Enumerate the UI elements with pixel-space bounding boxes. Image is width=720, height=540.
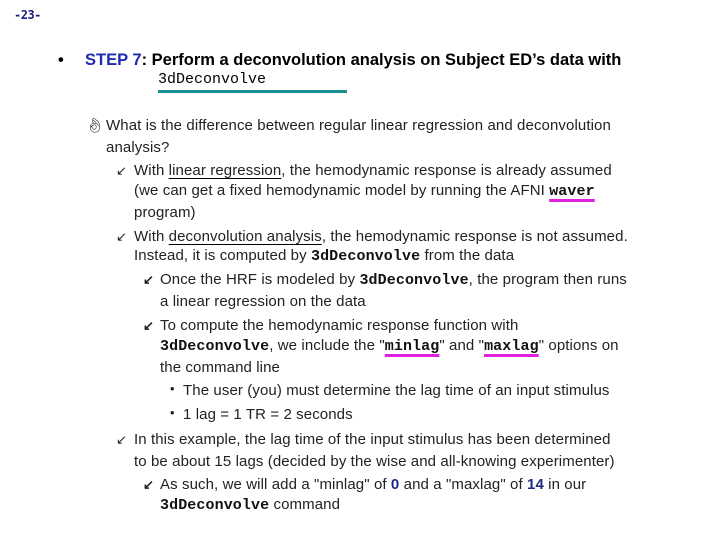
deconvolution-analysis-term: deconvolution analysis	[168, 228, 322, 245]
command-underline	[158, 90, 347, 93]
once-line-2: a linear regression on the data	[160, 293, 366, 310]
step-label: STEP 7	[85, 51, 142, 69]
step-command: 3dDeconvolve	[158, 71, 267, 88]
compute-line-2: 3dDeconvolve, we include the "minlag" an…	[160, 337, 619, 355]
question-line-2: analysis?	[106, 139, 170, 156]
suchas-line-2: 3dDeconvolve command	[160, 496, 341, 514]
arrow-bullet-icon: ↙	[143, 477, 154, 492]
maxlag-option-link[interactable]: maxlag	[484, 338, 539, 355]
arrow-bullet-icon: ↙	[143, 272, 154, 287]
linear-line-2: (we can get a fixed hemodynamic model by…	[134, 182, 595, 200]
maxlag-value: 14	[527, 476, 544, 493]
compute-line-3: the command line	[160, 359, 280, 376]
linear-regression-term: linear regression	[168, 162, 282, 179]
step-text: : Perform a deconvolution analysis on Su…	[141, 51, 622, 69]
dot-bullet-icon: •	[170, 381, 175, 396]
arrow-bullet-icon: ↙	[116, 432, 127, 447]
linear-line-3: program)	[134, 204, 196, 221]
once-line-1: Once the HRF is modeled by 3dDeconvolve,…	[160, 271, 627, 289]
compute-line-1: To compute the hemodynamic response func…	[160, 317, 519, 334]
sub-item-1: The user (you) must determine the lag ti…	[183, 382, 610, 399]
dot-bullet-icon: •	[170, 405, 175, 420]
arrow-bullet-icon: ↙	[116, 163, 127, 178]
arrow-bullet-icon: ↙	[116, 229, 127, 244]
minlag-option-link[interactable]: minlag	[385, 338, 440, 355]
suchas-line-1: As such, we will add a "minlag" of 0 and…	[160, 476, 587, 493]
page-number: -23-	[14, 8, 41, 22]
sub-item-2: 1 lag = 1 TR = 2 seconds	[183, 406, 353, 423]
arrow-bullet-icon: ↙	[143, 318, 154, 333]
bullet-icon: •	[58, 51, 64, 69]
hand-pointer-icon: 👌︎	[86, 117, 104, 133]
question-line-1: What is the difference between regular l…	[106, 117, 611, 134]
waver-command-link[interactable]: waver	[549, 183, 595, 200]
example-line-2: to be about 15 lags (decided by the wise…	[134, 453, 615, 470]
linear-line-1: With linear regression, the hemodynamic …	[134, 162, 612, 179]
example-line-1: In this example, the lag time of the inp…	[134, 431, 611, 448]
deconv-line-2: Instead, it is computed by 3dDeconvolve …	[134, 247, 515, 265]
